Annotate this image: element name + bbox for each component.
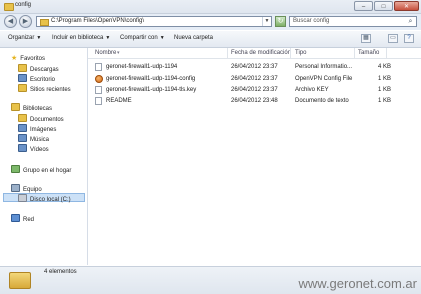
watermark: www.geronet.com.ar (298, 276, 418, 291)
computer-icon (11, 184, 20, 192)
search-input[interactable]: Buscar config ⌕ (289, 16, 417, 27)
views-icon[interactable]: ▦ (361, 34, 371, 43)
sidebar-item-recent[interactable]: Sitios recientes (18, 84, 71, 93)
folder-icon (40, 19, 49, 26)
table-row[interactable]: README 26/04/2012 23:48 Documento de tex… (88, 96, 421, 107)
close-button[interactable]: ✕ (394, 1, 419, 11)
images-icon (18, 124, 27, 132)
column-divider[interactable] (354, 48, 355, 58)
back-button[interactable]: ◀ (4, 15, 17, 28)
libraries-icon (11, 103, 20, 111)
column-header-row: Nombre ▾ Fecha de modificación Tipo Tama… (88, 48, 421, 59)
chevron-down-icon: ▼ (36, 35, 42, 41)
file-list: Nombre ▾ Fecha de modificación Tipo Tama… (88, 48, 421, 265)
file-modified: 26/04/2012 23:37 (231, 64, 278, 70)
column-divider[interactable] (227, 48, 228, 58)
title-bar: config – □ ✕ (0, 0, 421, 14)
file-size: 4 KB (378, 64, 392, 70)
column-header-name[interactable]: Nombre (95, 50, 116, 56)
sidebar-item-local-disk[interactable]: Disco local (C:) (18, 194, 71, 203)
status-bar: 4 elementos www.geronet.com.ar (0, 266, 421, 294)
include-library-menu[interactable]: Incluir en biblioteca ▼ (52, 35, 110, 41)
file-type: OpenVPN Config File (295, 76, 353, 82)
desktop-icon (18, 74, 27, 82)
chevron-down-icon[interactable]: ▼ (262, 17, 271, 26)
sidebar-item-downloads[interactable]: Descargas (18, 64, 59, 73)
file-size: 1 KB (378, 87, 392, 93)
sidebar-item-libraries[interactable]: Bibliotecas (11, 103, 52, 112)
table-row[interactable]: geronet-firewall1-udp-1194-config 26/04/… (88, 74, 421, 85)
minimize-button[interactable]: – (354, 1, 373, 11)
sort-arrow-icon: ▾ (117, 50, 120, 56)
sidebar-item-computer[interactable]: Equipo (11, 184, 42, 193)
column-header-size[interactable]: Tamaño (358, 50, 379, 56)
navigation-pane: ★ Favoritos Descargas Escritorio Sitios r… (0, 48, 88, 265)
chevron-down-icon: ▼ (105, 35, 111, 41)
maximize-button[interactable]: □ (374, 1, 393, 11)
music-icon (18, 134, 27, 142)
file-name: geronet-firewall1-udp-1194 (106, 64, 178, 70)
text-file-icon (95, 97, 102, 105)
address-path: C:\Program Files\OpenVPN\config\ (51, 18, 145, 24)
sidebar-item-homegroup[interactable]: Grupo en el hogar (11, 165, 71, 174)
address-input[interactable]: C:\Program Files\OpenVPN\config\ ▼ (36, 16, 272, 27)
file-modified: 26/04/2012 23:48 (231, 98, 278, 104)
downloads-icon (18, 64, 27, 72)
certificate-file-icon (95, 63, 102, 71)
forward-button[interactable]: ▶ (19, 15, 32, 28)
file-type: Archivo KEY (295, 87, 329, 93)
file-modified: 26/04/2012 23:37 (231, 76, 278, 82)
openvpn-file-icon (95, 75, 103, 83)
column-divider[interactable] (386, 48, 387, 58)
hard-disk-icon (18, 194, 27, 202)
preview-pane-icon[interactable]: ▭ (388, 34, 398, 43)
sidebar-item-videos[interactable]: Vídeos (18, 144, 49, 153)
network-icon (11, 214, 20, 222)
star-icon: ★ (11, 55, 18, 62)
refresh-button[interactable]: ↻ (275, 16, 286, 27)
file-modified: 26/04/2012 23:37 (231, 87, 278, 93)
file-size: 1 KB (378, 76, 392, 82)
table-row[interactable]: geronet-firewall1-udp-1194-tls.key 26/04… (88, 85, 421, 96)
folder-icon (4, 3, 14, 11)
column-divider[interactable] (290, 48, 291, 58)
share-menu[interactable]: Compartir con ▼ (120, 35, 165, 41)
chevron-down-icon: ▼ (159, 35, 165, 41)
file-type: Personal Informatio... (295, 64, 353, 70)
file-name: README (106, 98, 132, 104)
sidebar-item-documents[interactable]: Documentos (18, 114, 64, 123)
folder-icon (9, 272, 31, 289)
address-bar: ◀ ▶ C:\Program Files\OpenVPN\config\ ▼ ↻… (0, 14, 421, 30)
help-icon[interactable]: ? (404, 34, 414, 43)
sidebar-item-network[interactable]: Red (11, 214, 34, 223)
column-header-modified[interactable]: Fecha de modificación (231, 50, 291, 56)
file-name: geronet-firewall1-udp-1194-tls.key (106, 87, 197, 93)
search-icon[interactable]: ⌕ (406, 17, 415, 26)
file-type: Documento de texto (295, 98, 349, 104)
videos-icon (18, 144, 27, 152)
sidebar-item-images[interactable]: Imágenes (18, 124, 56, 133)
sidebar-item-desktop[interactable]: Escritorio (18, 74, 55, 83)
sidebar-item-music[interactable]: Música (18, 134, 49, 143)
documents-icon (18, 114, 27, 122)
organize-menu[interactable]: Organizar ▼ (8, 35, 41, 41)
key-file-icon (95, 86, 102, 94)
sidebar-item-favorites[interactable]: ★ Favoritos (11, 54, 45, 62)
new-folder-button[interactable]: Nueva carpeta (174, 35, 213, 41)
homegroup-icon (11, 165, 20, 173)
column-header-type[interactable]: Tipo (295, 50, 306, 56)
file-name: geronet-firewall1-udp-1194-config (106, 76, 196, 82)
table-row[interactable]: geronet-firewall1-udp-1194 26/04/2012 23… (88, 62, 421, 73)
item-count: 4 elementos (44, 269, 77, 275)
search-placeholder: Buscar config (293, 18, 330, 24)
window-title: config (15, 2, 32, 8)
file-size: 1 KB (378, 98, 392, 104)
recent-places-icon (18, 84, 27, 92)
command-toolbar: Organizar ▼ Incluir en biblioteca ▼ Compar… (0, 31, 421, 48)
